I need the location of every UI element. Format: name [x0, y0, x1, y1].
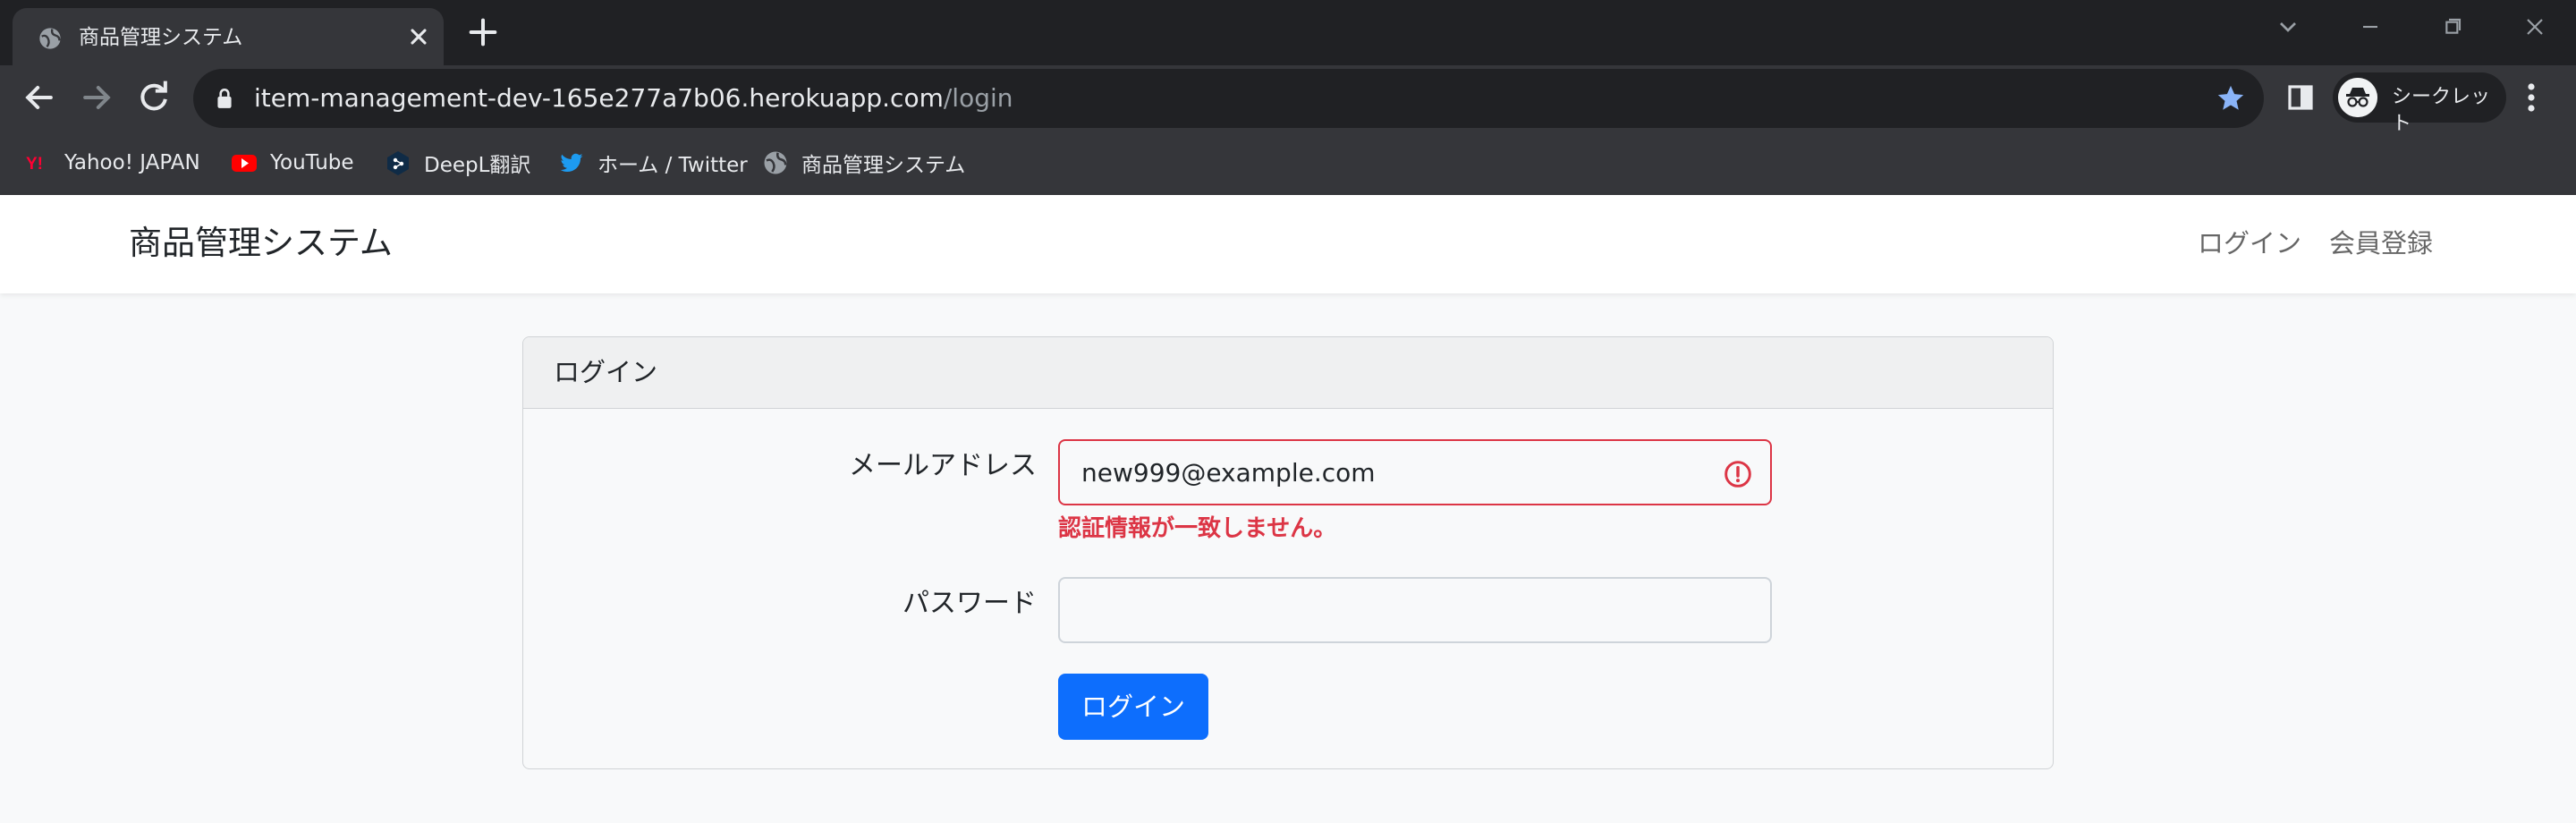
url-path: /login [943, 83, 1013, 113]
more-options-icon[interactable] [2522, 81, 2540, 114]
password-label: パスワード [902, 588, 1037, 619]
bookmark-twitter[interactable]: ホーム / Twitter [558, 147, 748, 179]
restore-icon[interactable] [2433, 13, 2472, 41]
error-circle-icon [1724, 461, 1751, 488]
bookmark-label: 商品管理システム [801, 154, 966, 177]
bookmark-star-icon[interactable] [2216, 83, 2246, 114]
navbar-brand[interactable]: 商品管理システム [129, 222, 393, 265]
close-icon[interactable] [406, 24, 431, 49]
tab-title: 商品管理システム [79, 26, 243, 49]
email-label: メールアドレス [849, 450, 1037, 481]
youtube-icon [232, 155, 257, 172]
bookmark-deepl[interactable]: DeepL翻訳 [385, 147, 530, 179]
login-card: ログイン メールアドレス new999@example.com 認証情報が一致し… [522, 336, 2054, 769]
incognito-icon [2338, 78, 2377, 117]
window-close-icon[interactable] [2515, 13, 2555, 41]
email-field[interactable]: new999@example.com [1058, 439, 1772, 505]
browser-tab-strip: 商品管理システム [0, 0, 2576, 65]
url-host: item-management-dev-165e277a7b06.herokua… [254, 83, 944, 113]
lock-icon[interactable] [215, 87, 234, 110]
tab-search-chevron-down-icon[interactable] [2268, 13, 2308, 41]
incognito-label: シークレット [2392, 86, 2491, 135]
nav-link-login[interactable]: ログイン [2198, 225, 2301, 261]
address-bar[interactable]: item-management-dev-165e277a7b06.herokua… [193, 69, 2264, 128]
login-submit-button[interactable]: ログイン [1058, 674, 1208, 740]
forward-arrow-icon[interactable] [77, 78, 116, 117]
bookmark-label: DeepL翻訳 [424, 154, 531, 177]
back-arrow-icon[interactable] [20, 78, 59, 117]
bookmark-label: ホーム / Twitter [597, 154, 748, 177]
password-field[interactable] [1058, 577, 1772, 643]
side-panel-icon[interactable] [2286, 83, 2315, 112]
bookmark-label: YouTube [270, 151, 354, 174]
card-title: ログイン [554, 357, 658, 387]
incognito-profile-button[interactable]: シークレット [2333, 72, 2506, 135]
twitter-icon [560, 153, 583, 173]
globe-icon [39, 28, 61, 49]
url-text[interactable]: item-management-dev-165e277a7b06.herokua… [254, 83, 1013, 114]
bookmark-youtube[interactable]: YouTube [231, 147, 354, 179]
card-header: ログイン [523, 337, 2053, 409]
bookmark-item-management[interactable]: 商品管理システム [762, 147, 965, 179]
nav-link-register[interactable]: 会員登録 [2329, 225, 2433, 261]
email-error-message: 認証情報が一致しません。 [1058, 515, 1337, 542]
browser-tab[interactable]: 商品管理システム [13, 8, 444, 65]
email-value: new999@example.com [1081, 458, 1376, 488]
minimize-icon[interactable] [2351, 13, 2390, 41]
bookmark-label: Yahoo! JAPAN [64, 151, 200, 174]
browser-toolbar: item-management-dev-165e277a7b06.herokua… [0, 65, 2576, 135]
bookmark-yahoo[interactable]: Y! Yahoo! JAPAN [25, 147, 200, 179]
reload-icon[interactable] [134, 78, 174, 117]
deepl-icon [387, 151, 409, 175]
globe-icon [764, 151, 787, 174]
yahoo-icon: Y! [26, 155, 43, 174]
svg-text:Y!: Y! [26, 155, 43, 174]
site-navbar: 商品管理システム ログイン 会員登録 [0, 195, 2576, 293]
bookmarks-bar: Y! Yahoo! JAPAN YouTube DeepL翻訳 ホーム / Tw… [0, 131, 2576, 195]
new-tab-icon[interactable] [465, 14, 501, 50]
